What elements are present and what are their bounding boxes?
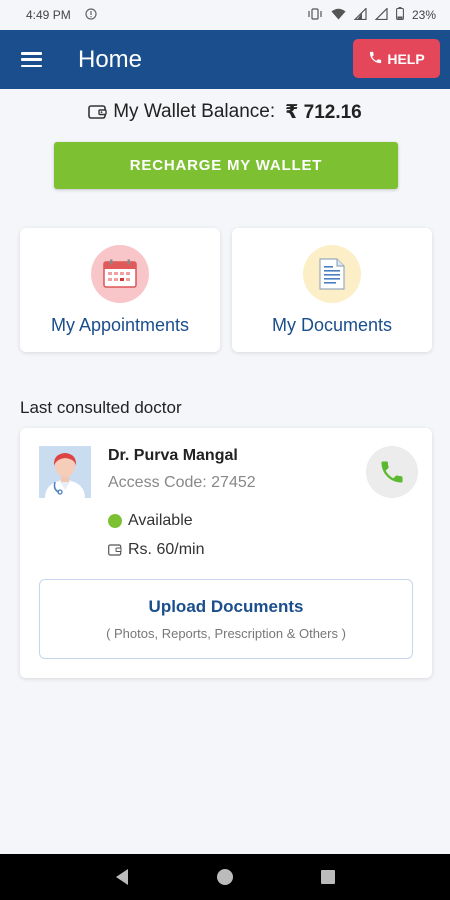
wallet-label: My Wallet Balance: xyxy=(113,101,276,122)
access-code: Access Code: 27452 xyxy=(108,474,256,491)
system-nav-bar xyxy=(0,854,450,900)
battery-percent: 23% xyxy=(411,8,436,22)
rate-label: Rs. 60/min xyxy=(128,541,205,558)
status-time: 4:49 PM xyxy=(26,8,71,22)
doctor-avatar xyxy=(39,446,91,498)
signal-icon xyxy=(353,6,367,23)
status-right: 23% xyxy=(307,6,436,23)
wifi-icon xyxy=(331,8,346,23)
calendar-icon xyxy=(91,245,149,303)
wallet-icon xyxy=(108,544,122,556)
upload-subtitle: ( Photos, Reports, Prescription & Others… xyxy=(106,626,346,641)
status-label: Available xyxy=(128,512,193,529)
back-button[interactable] xyxy=(102,857,142,897)
battery-icon xyxy=(396,7,404,23)
doctor-name: Dr. Purva Mangal xyxy=(108,447,238,464)
alert-icon xyxy=(85,7,97,23)
documents-label: My Documents xyxy=(271,315,393,335)
recents-icon xyxy=(321,870,336,884)
status-left: 4:49 PM xyxy=(26,7,97,23)
section-title: Last consulted doctor xyxy=(20,398,182,417)
availability-status: Available xyxy=(108,512,193,530)
wallet-amount: ₹ 712.16 xyxy=(285,101,362,123)
status-bar: 4:49 PM 23% xyxy=(0,0,450,30)
appointments-tile[interactable]: My Appointments xyxy=(20,228,220,352)
phone-icon xyxy=(368,50,383,68)
status-dot-icon xyxy=(108,514,122,528)
phone-icon xyxy=(381,461,403,483)
call-doctor-button[interactable] xyxy=(366,446,418,498)
document-icon xyxy=(303,245,361,303)
help-label: HELP xyxy=(387,50,425,67)
upload-documents-button[interactable]: Upload Documents ( Photos, Reports, Pres… xyxy=(39,579,413,659)
wallet-balance: My Wallet Balance: ₹ 712.16 xyxy=(0,100,450,124)
recharge-wallet-button[interactable]: RECHARGE MY WALLET xyxy=(54,142,398,189)
hamburger-icon xyxy=(20,52,42,67)
vibrate-icon xyxy=(307,7,323,23)
home-icon xyxy=(216,869,233,885)
doctor-card[interactable]: Dr. Purva Mangal Access Code: 27452 Avai… xyxy=(20,428,432,678)
help-button[interactable]: HELP xyxy=(353,39,440,78)
wallet-icon xyxy=(88,104,107,120)
back-icon xyxy=(115,869,128,885)
home-button[interactable] xyxy=(205,857,245,897)
appointments-label: My Appointments xyxy=(50,315,190,335)
page-title: Home xyxy=(78,45,143,73)
upload-title: Upload Documents xyxy=(148,597,304,616)
menu-button[interactable] xyxy=(0,30,62,89)
app-bar: Home HELP xyxy=(0,30,450,89)
recents-button[interactable] xyxy=(308,857,348,897)
consult-rate: Rs. 60/min xyxy=(108,541,204,559)
documents-tile[interactable]: My Documents xyxy=(232,228,432,352)
signal-icon xyxy=(374,6,388,23)
